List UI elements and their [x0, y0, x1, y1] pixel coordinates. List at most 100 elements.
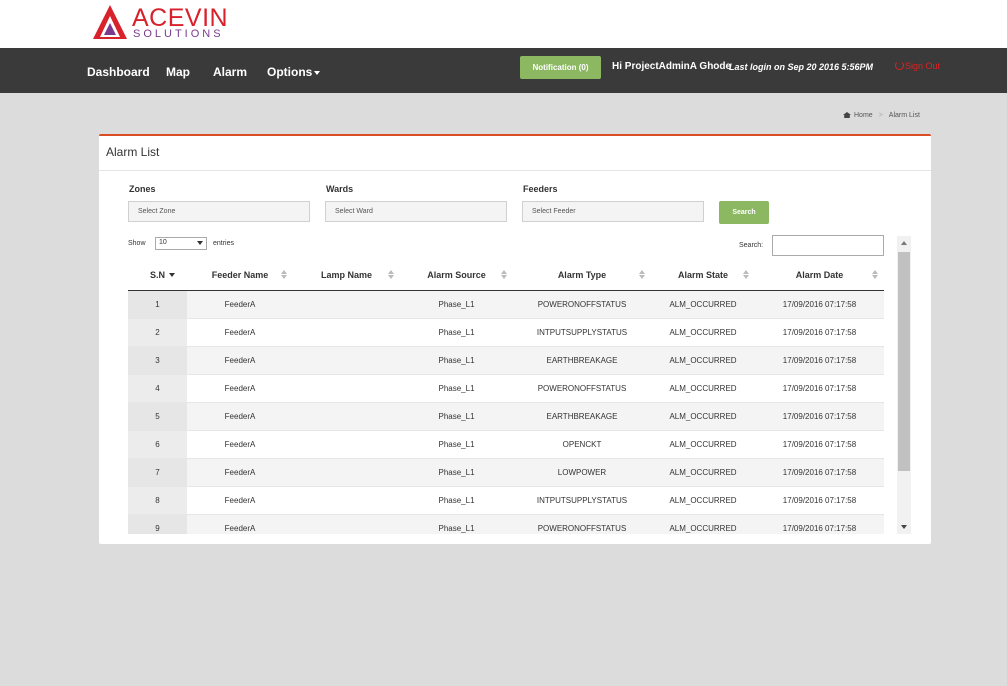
alarm-table: S.N Feeder Name Lamp Name Alarm Source A… — [128, 260, 884, 534]
nav-options-label: Options — [267, 65, 313, 79]
table-cell-feeder: FeederA — [187, 346, 293, 375]
table-cell-date: 17/09/2016 07:17:58 — [755, 430, 884, 459]
zone-select[interactable]: Select Zone — [128, 201, 310, 222]
sort-icon — [743, 270, 749, 280]
column-header-sn[interactable]: S.N — [128, 260, 187, 291]
table-cell-type: OPENCKT — [513, 430, 651, 459]
home-icon — [843, 112, 851, 118]
column-header-alarm-type[interactable]: Alarm Type — [513, 260, 651, 291]
table-cell-feeder: FeederA — [187, 486, 293, 515]
column-header-lamp-name[interactable]: Lamp Name — [293, 260, 400, 291]
table-row[interactable]: 6 FeederA Phase_L1 OPENCKT ALM_OCCURRED 17/09… — [128, 430, 884, 459]
table-cell-type: POWERONOFFSTATUS — [513, 514, 651, 534]
column-header-label: Alarm Source — [427, 269, 486, 280]
table-cell-date: 17/09/2016 07:17:58 — [755, 318, 884, 347]
table-cell-state: ALM_OCCURRED — [651, 486, 755, 515]
table-cell-date: 17/09/2016 07:17:58 — [755, 374, 884, 403]
sort-icon — [281, 270, 287, 280]
scroll-up-arrow-icon[interactable] — [901, 241, 907, 245]
table-row[interactable]: 8 FeederA Phase_L1 INTPUTSUPPLYSTATUS ALM_OC… — [128, 486, 884, 515]
sort-icon — [501, 270, 507, 280]
nav-alarm[interactable]: Alarm — [213, 65, 247, 79]
entries-label: entries — [213, 240, 235, 247]
table-cell-state: ALM_OCCURRED — [651, 430, 755, 459]
table-cell-type: EARTHBREAKAGE — [513, 346, 651, 375]
table-cell-source: Phase_L1 — [400, 346, 513, 375]
table-cell-feeder: FeederA — [187, 402, 293, 431]
column-header-feeder-name[interactable]: Feeder Name — [187, 260, 293, 291]
table-cell-state: ALM_OCCURRED — [651, 402, 755, 431]
acevin-logo[interactable]: ACEVIN SOLUTIONS — [92, 4, 242, 42]
table-cell-date: 17/09/2016 07:17:58 — [755, 346, 884, 375]
nav-options[interactable]: Options — [267, 65, 321, 79]
table-cell-source: Phase_L1 — [400, 290, 513, 319]
table-row[interactable]: 4 FeederA Phase_L1 POWERONOFFSTATUS ALM_OCCU… — [128, 374, 884, 403]
table-row[interactable]: 7 FeederA Phase_L1 LOWPOWER ALM_OCCURRED 17/0… — [128, 458, 884, 487]
column-header-alarm-state[interactable]: Alarm State — [651, 260, 755, 291]
table-search-input[interactable] — [772, 235, 884, 256]
sort-icon — [388, 270, 394, 280]
notification-button[interactable]: Notification (0) — [520, 56, 601, 79]
column-header-label: S.N — [149, 269, 165, 280]
table-cell-sn: 8 — [128, 486, 187, 515]
table-cell-lamp — [293, 318, 400, 347]
page-length-select[interactable]: 10 — [155, 237, 207, 250]
table-cell-source: Phase_L1 — [400, 486, 513, 515]
table-header-row: S.N Feeder Name Lamp Name Alarm Source A… — [128, 260, 884, 291]
column-header-alarm-source[interactable]: Alarm Source — [400, 260, 513, 291]
table-cell-state: ALM_OCCURRED — [651, 458, 755, 487]
power-icon — [895, 61, 904, 70]
sort-icon — [639, 270, 645, 280]
table-cell-sn: 3 — [128, 346, 187, 375]
column-header-label: Alarm Type — [557, 269, 607, 280]
table-cell-source: Phase_L1 — [400, 514, 513, 534]
table-row[interactable]: 3 FeederA Phase_L1 EARTHBREAKAGE ALM_OCCURRE… — [128, 346, 884, 375]
table-row[interactable]: 5 FeederA Phase_L1 EARTHBREAKAGE ALM_OCCURRE… — [128, 402, 884, 431]
table-cell-sn: 1 — [128, 290, 187, 319]
ward-select[interactable]: Select Ward — [325, 201, 507, 222]
table-cell-lamp — [293, 290, 400, 319]
table-row[interactable]: 9 FeederA Phase_L1 POWERONOFFSTATUS ALM_OCCU… — [128, 514, 884, 534]
scrollbar-thumb[interactable] — [898, 252, 910, 471]
user-greeting: Hi ProjectAdminA Ghode — [612, 61, 732, 72]
sort-icon — [872, 270, 878, 280]
table-cell-state: ALM_OCCURRED — [651, 318, 755, 347]
chevron-down-icon — [314, 70, 321, 75]
table-cell-state: ALM_OCCURRED — [651, 346, 755, 375]
column-header-label: Alarm State — [677, 269, 729, 280]
nav-dashboard[interactable]: Dashboard — [87, 65, 150, 79]
last-login-info: Last login on Sep 20 2016 5:56PM — [729, 62, 874, 72]
table-cell-state: ALM_OCCURRED — [651, 290, 755, 319]
feeder-select[interactable]: Select Feeder — [522, 201, 704, 222]
table-cell-lamp — [293, 346, 400, 375]
scroll-down-arrow-icon[interactable] — [901, 525, 907, 529]
column-header-alarm-date[interactable]: Alarm Date — [755, 260, 884, 291]
alarm-list-panel: Alarm List Zones Select Zone Wards Selec… — [99, 134, 931, 544]
table-row[interactable]: 2 FeederA Phase_L1 INTPUTSUPPLYSTATUS ALM_OC… — [128, 318, 884, 347]
table-cell-lamp — [293, 374, 400, 403]
filter-search-button[interactable]: Search — [719, 201, 769, 224]
logo-triangle-icon — [93, 5, 127, 39]
table-cell-date: 17/09/2016 07:17:58 — [755, 402, 884, 431]
panel-divider — [99, 170, 931, 171]
table-cell-feeder: FeederA — [187, 430, 293, 459]
table-cell-lamp — [293, 514, 400, 534]
table-cell-feeder: FeederA — [187, 318, 293, 347]
sign-out-link[interactable]: Sign Out — [895, 61, 940, 71]
sign-out-label: Sign Out — [905, 61, 941, 71]
table-cell-type: INTPUTSUPPLYSTATUS — [513, 486, 651, 515]
nav-map[interactable]: Map — [166, 65, 190, 79]
breadcrumb-home[interactable]: Home — [854, 112, 873, 119]
table-cell-date: 17/09/2016 07:17:58 — [755, 486, 884, 515]
show-label: Show — [128, 240, 146, 247]
table-cell-feeder: FeederA — [187, 374, 293, 403]
table-cell-state: ALM_OCCURRED — [651, 514, 755, 534]
dropdown-arrow-icon — [197, 241, 203, 245]
table-cell-sn: 9 — [128, 514, 187, 534]
table-cell-feeder: FeederA — [187, 458, 293, 487]
breadcrumb-current: Alarm List — [888, 112, 920, 119]
table-row[interactable]: 1 FeederA Phase_L1 POWERONOFFSTATUS ALM_OCCU… — [128, 290, 884, 319]
table-scrollbar[interactable] — [897, 236, 911, 534]
table-cell-lamp — [293, 402, 400, 431]
table-cell-date: 17/09/2016 07:17:58 — [755, 514, 884, 534]
